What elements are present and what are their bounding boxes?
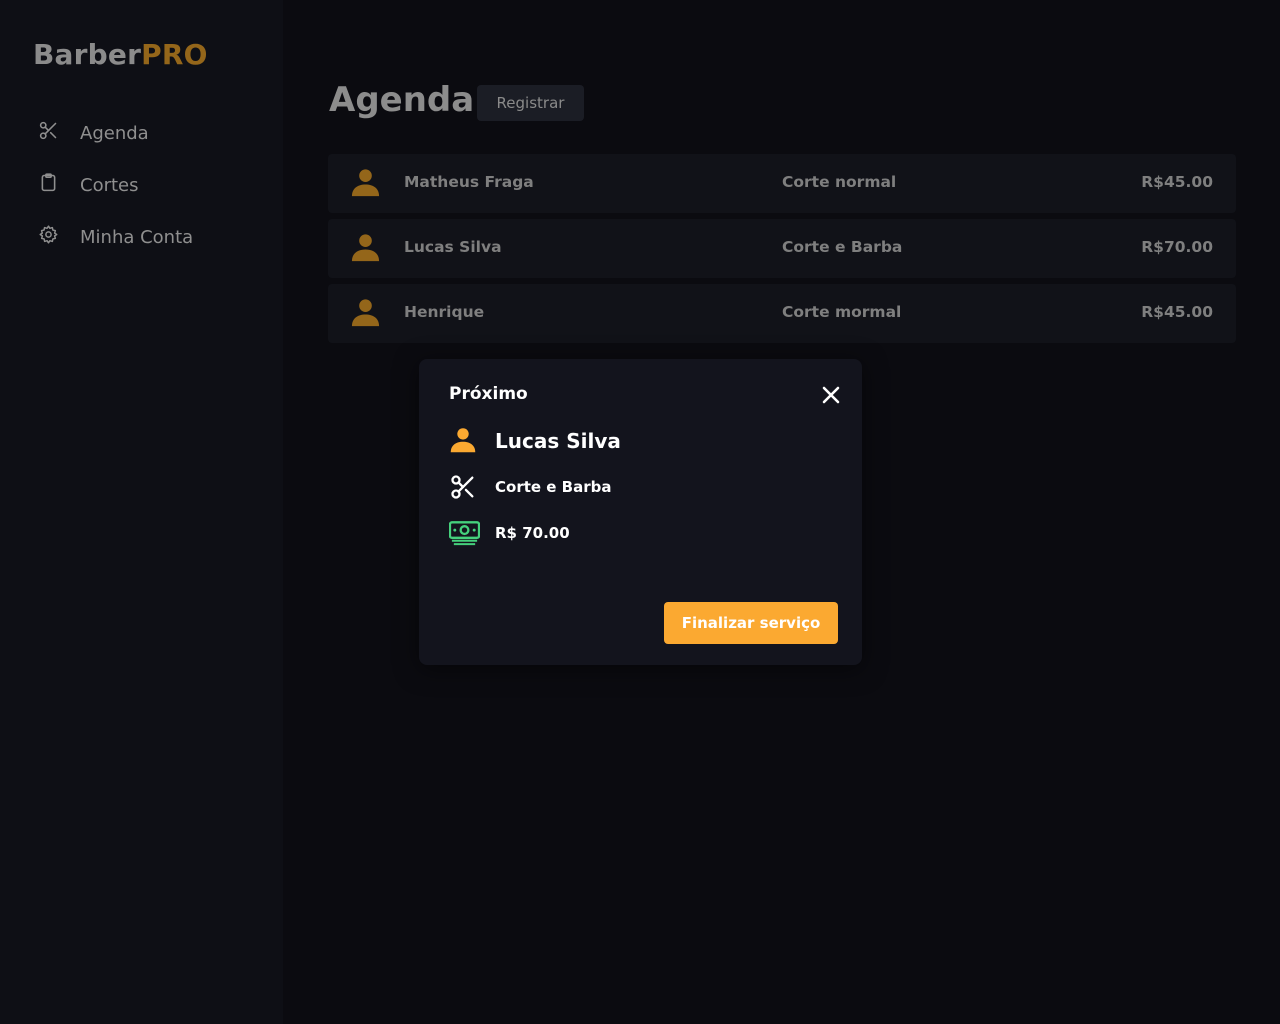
- appointment-row[interactable]: Lucas Silva Corte e Barba R$70.00: [328, 219, 1236, 278]
- service-name: Corte e Barba: [782, 238, 903, 256]
- appointment-row[interactable]: Matheus Fraga Corte normal R$45.00: [328, 154, 1236, 213]
- register-button[interactable]: Registrar: [477, 85, 584, 121]
- close-icon[interactable]: [821, 385, 841, 405]
- clipboard-icon: [38, 172, 59, 198]
- brand-name-part1: Barber: [33, 38, 142, 71]
- scissors-icon: [449, 473, 477, 505]
- sidebar: BarberPRO Agenda Cortes Minha Conta: [0, 0, 283, 1024]
- client-name: Henrique: [404, 303, 485, 321]
- page-title: Agenda: [329, 80, 475, 120]
- sidebar-item-label: Agenda: [80, 122, 149, 144]
- sidebar-item-minha-conta[interactable]: Minha Conta: [38, 224, 193, 250]
- sidebar-item-label: Cortes: [80, 174, 139, 196]
- next-client-modal: Próximo Lucas Silva Corte e Barba R$ 70.…: [419, 359, 862, 665]
- sidebar-item-label: Minha Conta: [80, 226, 194, 248]
- gear-icon: [38, 224, 59, 250]
- modal-client-name: Lucas Silva: [495, 429, 621, 453]
- modal-title: Próximo: [449, 384, 528, 404]
- service-price: R$45.00: [1141, 173, 1213, 191]
- finish-service-button[interactable]: Finalizar serviço: [664, 602, 838, 644]
- modal-service: Corte e Barba: [495, 478, 612, 496]
- brand-logo: BarberPRO: [33, 38, 208, 71]
- user-icon: [350, 297, 381, 328]
- service-name: Corte mormal: [782, 303, 902, 321]
- service-price: R$70.00: [1141, 238, 1213, 256]
- client-name: Lucas Silva: [404, 238, 502, 256]
- user-icon: [350, 167, 381, 198]
- sidebar-item-cortes[interactable]: Cortes: [38, 172, 139, 198]
- service-price: R$45.00: [1141, 303, 1213, 321]
- scissors-icon: [38, 120, 59, 146]
- service-name: Corte normal: [782, 173, 897, 191]
- money-icon: [448, 520, 481, 550]
- user-icon: [350, 232, 381, 263]
- modal-price: R$ 70.00: [495, 524, 570, 542]
- appointment-row[interactable]: Henrique Corte mormal R$45.00: [328, 284, 1236, 343]
- sidebar-item-agenda[interactable]: Agenda: [38, 120, 149, 146]
- brand-name-part2: PRO: [141, 38, 208, 71]
- user-icon: [449, 426, 477, 458]
- client-name: Matheus Fraga: [404, 173, 534, 191]
